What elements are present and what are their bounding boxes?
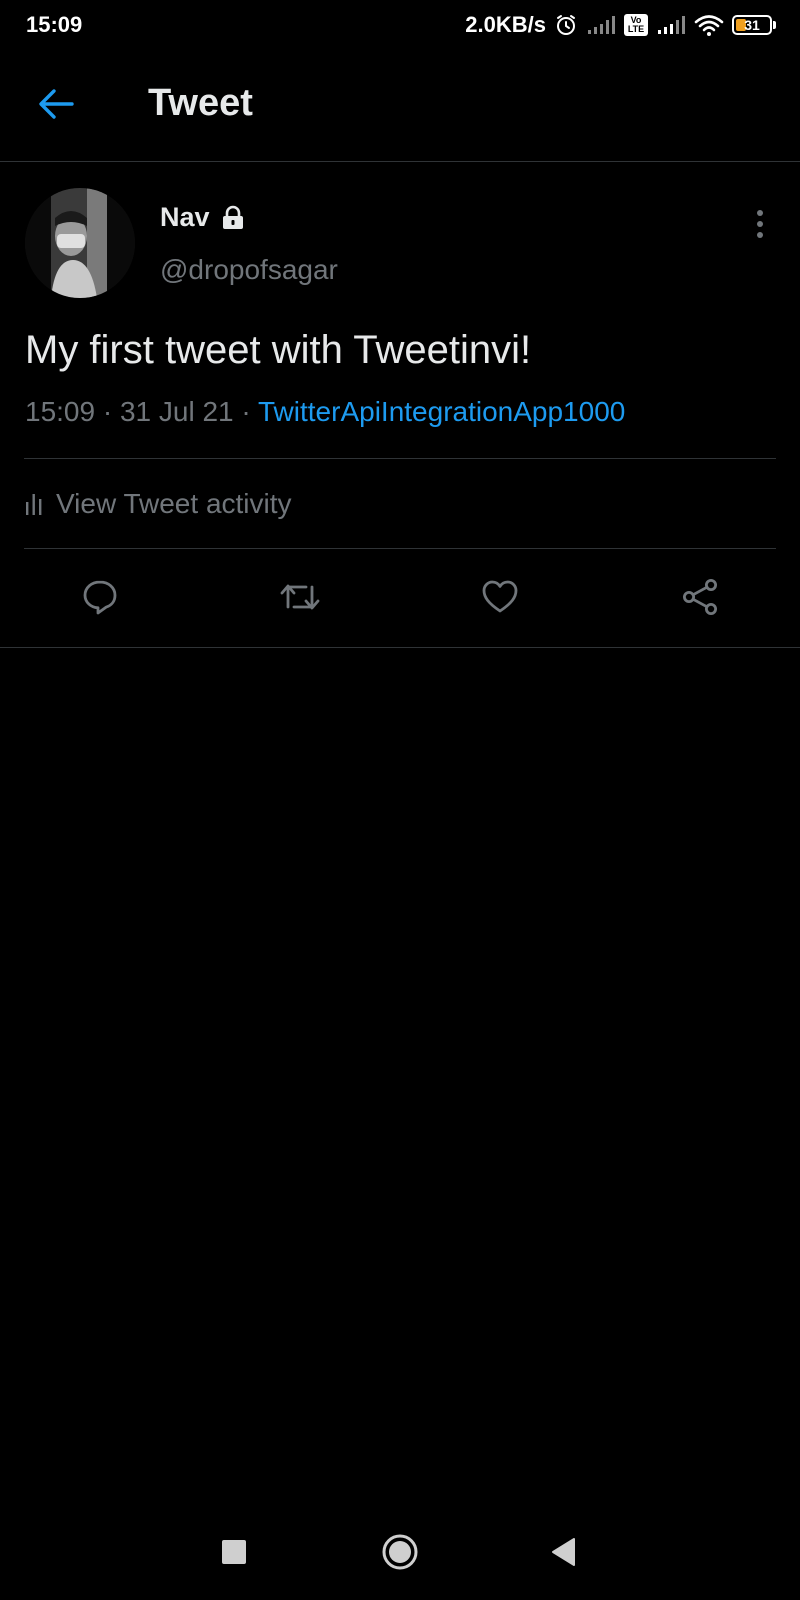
tweet-source-link[interactable]: TwitterApiIntegrationApp1000	[258, 396, 625, 427]
battery-level: 31	[744, 17, 760, 33]
alarm-icon	[554, 13, 578, 37]
like-button[interactable]	[478, 575, 522, 619]
share-icon	[683, 579, 717, 615]
system-nav-bar	[0, 1500, 800, 1600]
tweet-text: My first tweet with Tweetinvi!	[25, 328, 532, 372]
display-name[interactable]: Nav	[160, 202, 210, 233]
system-back-button[interactable]	[542, 1530, 586, 1574]
header: Tweet	[0, 50, 800, 162]
home-button[interactable]	[378, 1530, 422, 1574]
tweet-detail: Nav @dropofsagar My first tweet with Twe…	[0, 162, 800, 648]
view-tweet-activity-button[interactable]: View Tweet activity	[24, 459, 776, 549]
battery-icon: 31	[732, 15, 776, 35]
status-time: 15:09	[26, 12, 83, 37]
retweet-icon	[280, 584, 320, 610]
network-speed: 2.0KB/s	[465, 12, 546, 37]
bar-chart-icon	[26, 494, 42, 515]
meta-separator: ·	[102, 396, 113, 427]
tweet-actions	[0, 549, 800, 647]
like-icon	[482, 580, 518, 613]
status-bar: 15:09 2.0KB/s Vo LTE 31	[0, 0, 800, 50]
signal-icon	[586, 15, 616, 35]
more-options-button[interactable]	[750, 206, 770, 242]
page-title: Tweet	[148, 82, 253, 124]
volte-icon: Vo LTE	[624, 14, 648, 36]
reply-button[interactable]	[78, 575, 122, 619]
home-icon	[382, 1534, 418, 1570]
back-icon	[552, 1538, 575, 1566]
more-vertical-icon	[757, 210, 763, 238]
back-button[interactable]	[36, 84, 76, 124]
status-icons: 2.0KB/s Vo LTE 31	[465, 12, 776, 38]
display-name-row: Nav	[160, 202, 246, 233]
share-button[interactable]	[678, 575, 722, 619]
tweet-date: 31 Jul 21	[119, 396, 234, 427]
view-tweet-activity-label: View Tweet activity	[56, 488, 292, 519]
recent-apps-icon	[222, 1540, 246, 1564]
wifi-icon	[694, 13, 724, 37]
meta-separator: ·	[241, 396, 251, 427]
reply-icon	[83, 580, 117, 615]
avatar[interactable]	[25, 188, 135, 298]
lock-icon	[222, 205, 243, 229]
tweet-time: 15:09	[25, 396, 96, 427]
tweet-metadata: 15:09 · 31 Jul 21 · TwitterApiIntegratio…	[25, 396, 625, 428]
recent-apps-button[interactable]	[212, 1530, 256, 1574]
battery-cap	[773, 21, 776, 29]
retweet-button[interactable]	[278, 575, 322, 619]
signal-icon	[656, 15, 686, 35]
username[interactable]: @dropofsagar	[160, 254, 338, 286]
avatar-image	[25, 188, 135, 298]
battery-body: 31	[732, 15, 772, 35]
arrow-left-icon	[39, 89, 74, 119]
